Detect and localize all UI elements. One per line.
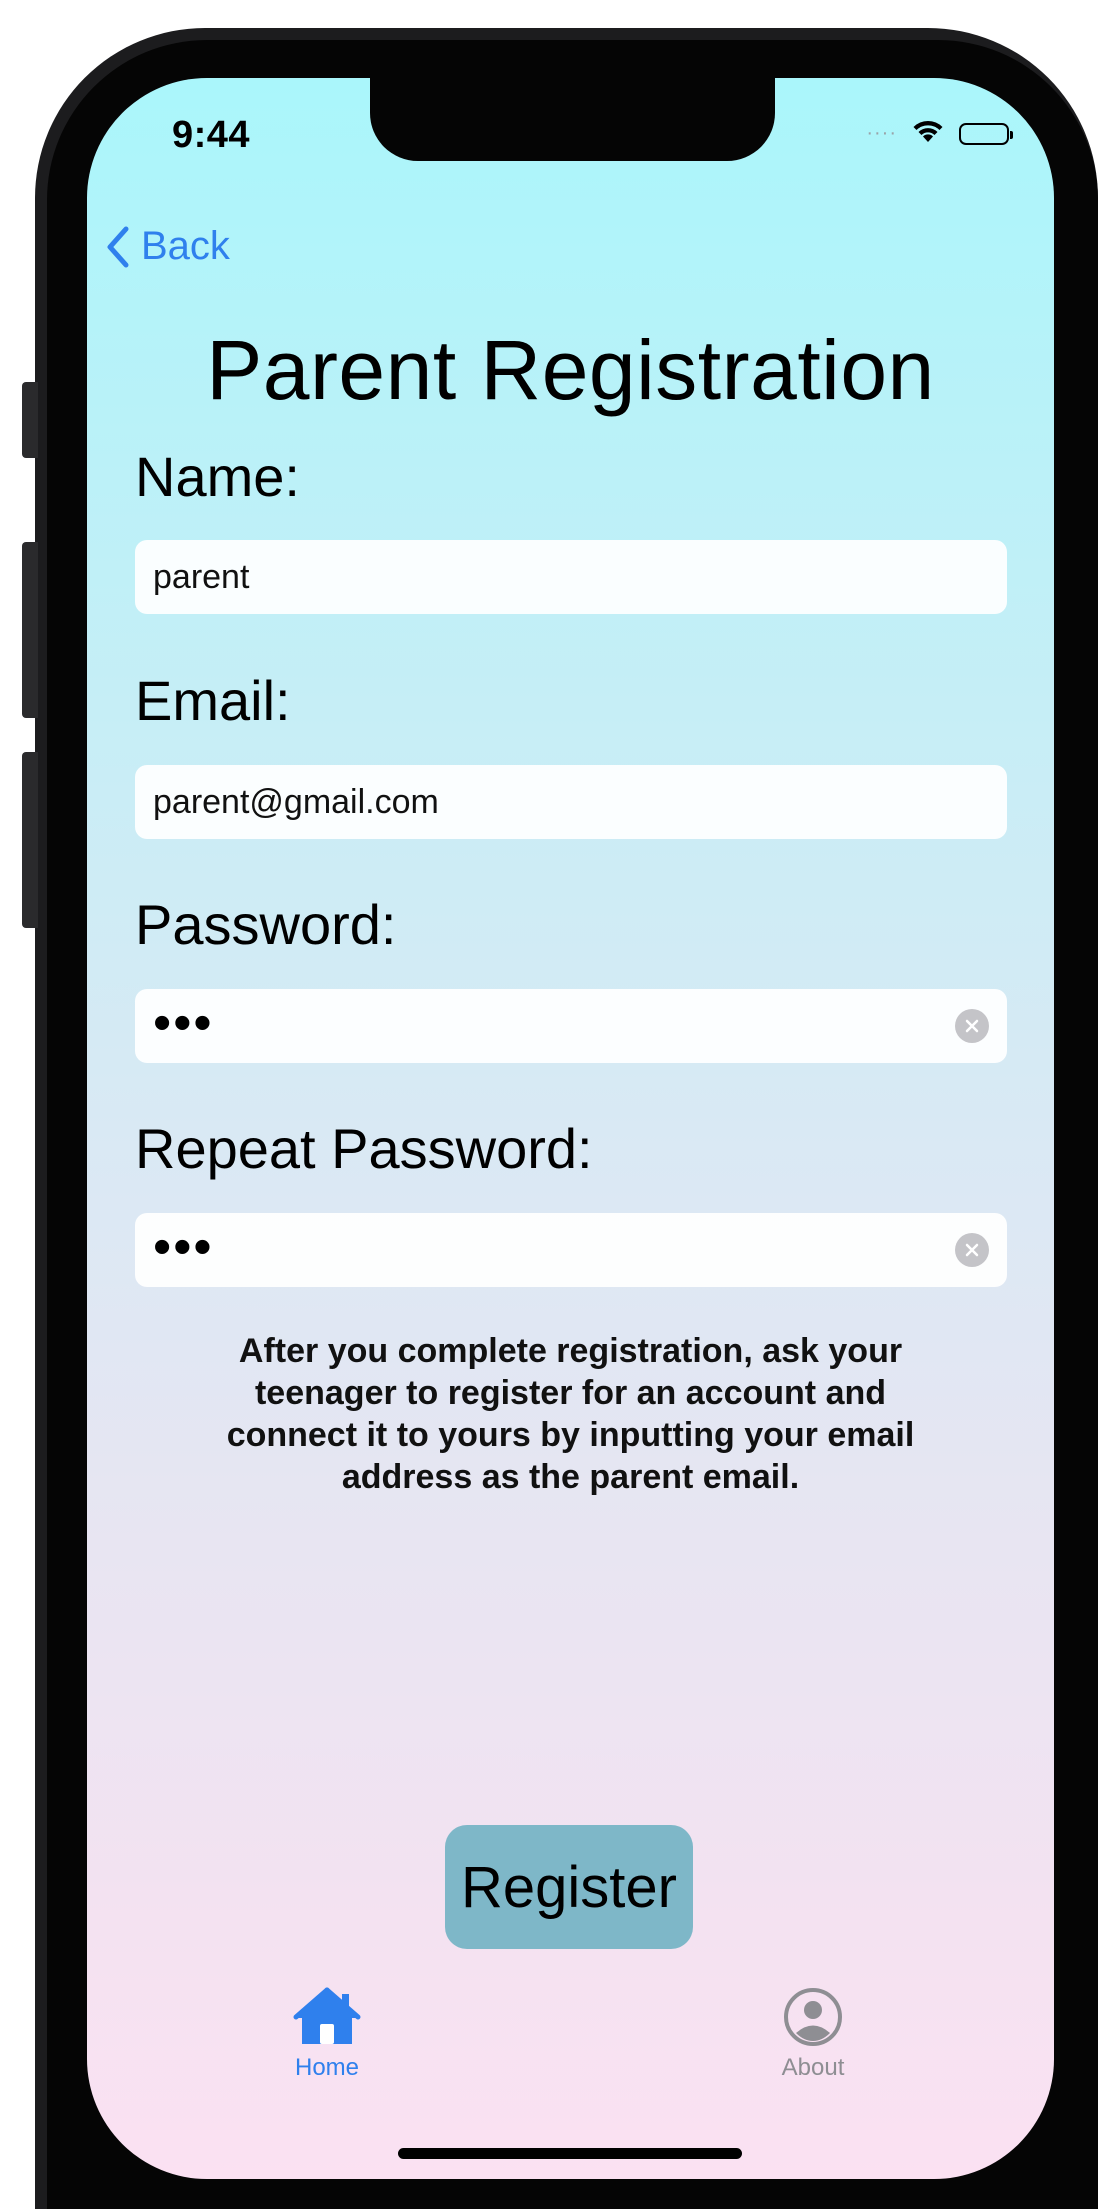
person-circle-icon (784, 1988, 842, 2046)
clear-repeat-password-button[interactable] (955, 1233, 989, 1267)
password-field[interactable]: ••• (135, 989, 1007, 1063)
volume-up-button (22, 542, 38, 718)
name-field-value: parent (153, 557, 250, 596)
wifi-icon (911, 118, 945, 149)
back-button[interactable]: Back (105, 224, 230, 269)
mute-switch (22, 382, 38, 458)
name-label: Name: (135, 445, 300, 508)
password-label: Password: (135, 893, 397, 956)
home-indicator (398, 2148, 742, 2159)
close-icon (965, 1019, 979, 1033)
close-icon (965, 1243, 979, 1257)
battery-icon (959, 122, 1013, 145)
notch (370, 78, 775, 161)
back-label: Back (141, 224, 230, 268)
password-field-value: ••• (153, 994, 214, 1052)
name-field[interactable]: parent (135, 540, 1007, 614)
chevron-left-icon (107, 226, 129, 267)
email-field[interactable]: parent@gmail.com (135, 765, 1007, 839)
tab-home-label: Home (294, 2054, 360, 2081)
house-icon (293, 1987, 361, 2044)
repeat-password-label: Repeat Password: (135, 1117, 593, 1180)
repeat-password-field-value: ••• (153, 1218, 214, 1276)
cellular-signal-icon: ···· (866, 122, 897, 144)
status-icons: ···· (866, 118, 1013, 149)
repeat-password-field[interactable]: ••• (135, 1213, 1007, 1287)
register-button[interactable]: Register (445, 1825, 693, 1949)
tab-about[interactable]: About (743, 1986, 883, 2082)
tab-about-label: About (781, 2054, 845, 2081)
volume-down-button (22, 752, 38, 928)
tab-home[interactable]: Home (257, 1986, 397, 2082)
registration-info-text: After you complete registration, ask you… (226, 1332, 915, 1496)
status-time: 9:44 (172, 114, 251, 156)
page-title: Parent Registration (206, 323, 935, 417)
clear-password-button[interactable] (955, 1009, 989, 1043)
app-screen: 9:44 ···· Back Parent Registration Name:… (87, 78, 1054, 2179)
email-label: Email: (135, 669, 291, 732)
email-field-value: parent@gmail.com (153, 782, 439, 821)
